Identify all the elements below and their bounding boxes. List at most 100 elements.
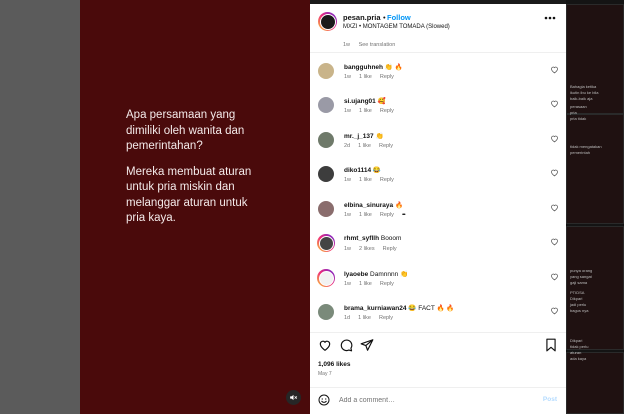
- comment-text-line: bangguhneh 👏 🔥: [344, 63, 403, 71]
- comment-avatar[interactable]: [318, 201, 334, 217]
- comment-meta: 1w 1 like Reply: [344, 108, 402, 114]
- comment-text: 😂: [372, 167, 382, 174]
- comment-avatar[interactable]: [317, 234, 335, 252]
- reply-button[interactable]: Reply: [380, 212, 394, 218]
- media-paragraph-1: Apa persamaan yang dimiliki oleh wanita …: [126, 109, 245, 152]
- comment-likes[interactable]: 1 like: [359, 74, 372, 80]
- author-username[interactable]: pesan.pria: [343, 13, 381, 22]
- author-avatar[interactable]: [318, 12, 337, 31]
- comment-text: 🥰: [377, 98, 386, 105]
- comment-meta: 1w 1 like Reply •••: [344, 212, 413, 218]
- comment-text-line: rhmt_syfllh Booom: [344, 235, 401, 242]
- feed-snippet-1: Bahagia ketika ikutin ibu ke bila baik-b…: [570, 84, 599, 101]
- backdrop-left: [0, 0, 80, 414]
- comment-username[interactable]: brama_kurniawan24: [344, 305, 407, 312]
- header-separator: •: [383, 13, 386, 22]
- comment-meta: 2d 1 like Reply: [344, 143, 401, 149]
- comment-avatar[interactable]: [318, 304, 334, 320]
- feed-tile-2[interactable]: [566, 114, 624, 224]
- feed-snippet-4: punya orang yang sangat gaji sama: [570, 268, 593, 285]
- comment-bubble-icon[interactable]: [339, 338, 353, 352]
- see-translation-link[interactable]: See translation: [359, 42, 396, 48]
- emoji-icon[interactable]: [318, 394, 330, 406]
- feed-snippet-6: Dikpari tidak perlu aturan ada kaya: [570, 338, 589, 361]
- comment-item: brama_kurniawan24 😂 FACT 🔥 🔥 1d 1 like Rep…: [310, 302, 566, 332]
- comment-avatar[interactable]: [318, 63, 334, 79]
- comment-item: lyaoebe Damnnnn 👏 1w 1 like Reply: [310, 268, 566, 298]
- post-media-text: Apa persamaan yang dimiliki oleh wanita …: [126, 108, 286, 237]
- comment-composer: Post: [310, 387, 566, 414]
- heart-icon[interactable]: [550, 272, 559, 281]
- comment-likes[interactable]: 1 like: [358, 315, 371, 321]
- post-header: pesan.pria • Follow MXZI • MONTAGEM TOMA…: [310, 4, 566, 38]
- comment-username[interactable]: elbina_sinuraya: [344, 202, 393, 209]
- comment-avatar[interactable]: [317, 269, 335, 287]
- comment-input[interactable]: [339, 393, 539, 407]
- like-count[interactable]: 1,096 likes: [318, 361, 351, 368]
- comment-meta: 1d 1 like Reply: [344, 315, 401, 321]
- heart-icon[interactable]: [550, 134, 559, 143]
- comment-username[interactable]: bangguhneh: [344, 64, 383, 71]
- comment-avatar[interactable]: [318, 97, 334, 113]
- comment-item: elbina_sinuraya 🔥 1w 1 like Reply •••: [310, 199, 566, 229]
- reply-button[interactable]: Reply: [380, 281, 394, 287]
- post-comment-button[interactable]: Post: [543, 396, 557, 403]
- reply-button[interactable]: Reply: [380, 177, 394, 183]
- reply-button[interactable]: Reply: [380, 74, 394, 80]
- feed-snippet-3: tidak mengatakan pemerintah: [570, 144, 602, 155]
- feed-tile-3[interactable]: [566, 226, 624, 350]
- comment-likes[interactable]: 1 like: [359, 212, 372, 218]
- reply-button[interactable]: Reply: [380, 108, 394, 114]
- comment-username[interactable]: lyaoebe: [344, 271, 368, 278]
- comment-likes[interactable]: 2 likes: [359, 246, 375, 252]
- more-icon: [544, 16, 556, 20]
- comment-likes[interactable]: 1 like: [359, 108, 372, 114]
- comment-text: Booom: [380, 235, 402, 242]
- heart-icon[interactable]: [550, 65, 559, 74]
- comment-text-line: lyaoebe Damnnnn 👏: [344, 270, 408, 278]
- audio-track-link[interactable]: MXZI • MONTAGEM TOMADA (Slowed): [343, 24, 450, 30]
- bookmark-icon[interactable]: [544, 338, 558, 352]
- comment-text: 🔥: [394, 202, 404, 209]
- more-options-button[interactable]: [544, 12, 556, 23]
- follow-button[interactable]: Follow: [387, 13, 411, 22]
- comment-username[interactable]: si.ujang01: [344, 98, 376, 105]
- heart-icon[interactable]: [550, 99, 559, 108]
- comment-avatar[interactable]: [318, 166, 334, 182]
- speaker-muted-icon: [290, 394, 298, 401]
- comment-meta: 1w 2 likes Reply: [344, 246, 405, 252]
- comment-text: 👏: [375, 133, 384, 140]
- action-bar: [310, 338, 566, 358]
- heart-icon[interactable]: [550, 237, 559, 246]
- comment-username[interactable]: rhmt_syfllh: [344, 235, 379, 242]
- comment-item: rhmt_syfllh Booom 1w 2 likes Reply: [310, 233, 566, 263]
- reply-button[interactable]: Reply: [379, 315, 393, 321]
- caption-divider: [310, 52, 566, 53]
- like-heart-icon[interactable]: [318, 338, 332, 352]
- comment-username[interactable]: mr._j_137: [344, 133, 374, 140]
- reply-button[interactable]: Reply: [379, 143, 393, 149]
- comment-age: 1w: [344, 212, 352, 218]
- comment-age: 1w: [344, 246, 352, 252]
- reply-button[interactable]: Reply: [383, 246, 397, 252]
- comment-avatar[interactable]: [318, 132, 334, 148]
- comment-likes[interactable]: 1 like: [359, 281, 372, 287]
- comment-likes[interactable]: 1 like: [358, 143, 371, 149]
- share-send-icon[interactable]: [360, 338, 374, 352]
- comment-more-button[interactable]: •••: [402, 212, 406, 218]
- heart-icon[interactable]: [550, 203, 559, 212]
- comment-age: 1d: [344, 315, 351, 321]
- comment-text: 👏 🔥: [384, 64, 403, 71]
- heart-icon[interactable]: [550, 168, 559, 177]
- post-date: May 7: [318, 371, 332, 377]
- comment-text: 😂 FACT 🔥 🔥: [408, 305, 455, 312]
- comment-likes[interactable]: 1 like: [359, 177, 372, 183]
- comment-text-line: mr._j_137 👏: [344, 132, 384, 140]
- feed-snippet-2: perasaan pria pria tidak: [570, 104, 587, 121]
- comment-username[interactable]: diko1114: [344, 167, 371, 174]
- heart-icon[interactable]: [550, 306, 559, 315]
- mute-button[interactable]: [286, 390, 301, 405]
- comment-age: 1w: [344, 108, 352, 114]
- comment-age: 1w: [344, 281, 352, 287]
- comment-age: 1w: [344, 74, 352, 80]
